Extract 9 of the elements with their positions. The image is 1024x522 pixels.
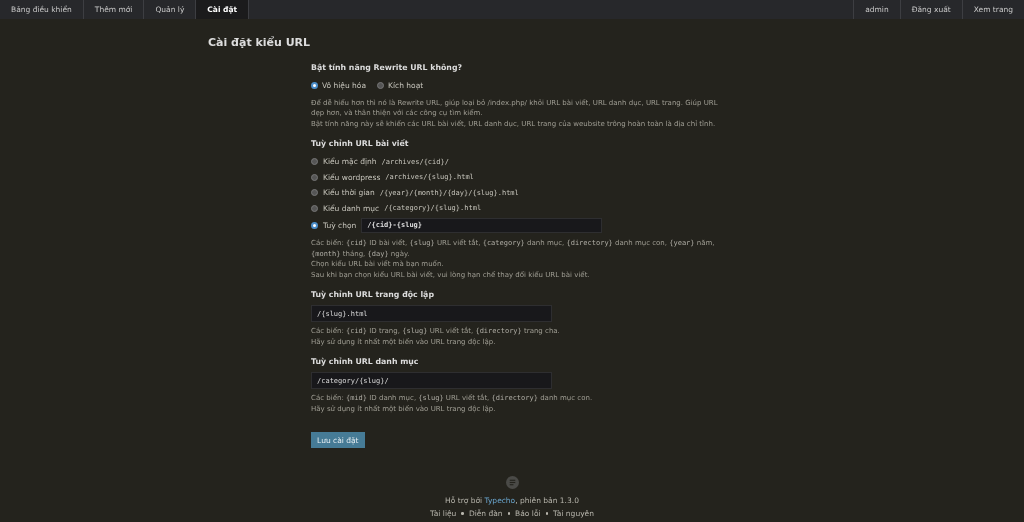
radio-button[interactable] [377, 82, 385, 90]
radio-button[interactable] [311, 221, 318, 229]
radio-button[interactable] [311, 173, 318, 181]
radio-button[interactable] [311, 82, 318, 90]
logo-icon [505, 476, 519, 489]
radio-button[interactable] [311, 204, 318, 212]
radio-button[interactable] [311, 158, 318, 166]
page-title: Cài đặt kiểu URL [208, 36, 311, 49]
radio-button[interactable] [311, 189, 318, 197]
